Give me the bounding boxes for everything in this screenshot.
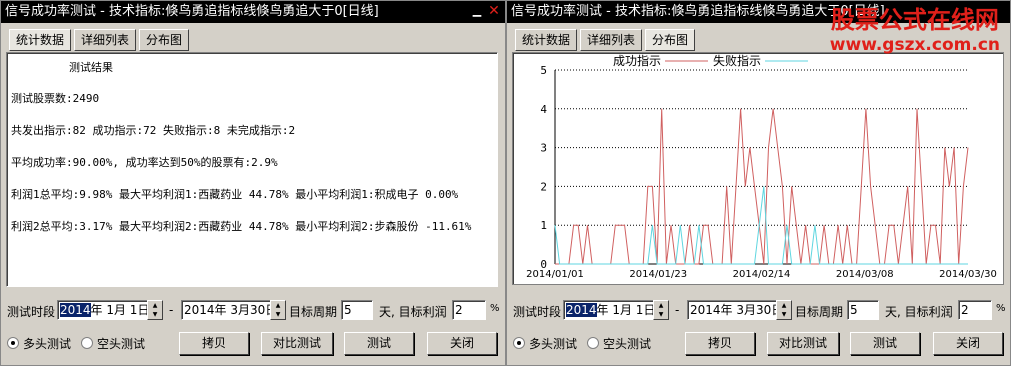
start-date-spinner[interactable]: ▲ ▼ [653, 300, 669, 320]
compare-test-button[interactable]: 对比测试 [767, 332, 839, 355]
radio-long-label[interactable]: 多头测试 [23, 335, 71, 352]
minimize-icon[interactable]: ▁ [470, 4, 484, 18]
report-line: 利润1总平均:9.98% 最大平均利润1:西藏药业 44.78% 最小平均利润1… [11, 188, 459, 201]
chart-panel: 0 1 2 3 4 5 2014/01/01 2014/01/23 2014/02/14 2014… [512, 52, 1004, 285]
legend-label: 失败指示 [713, 53, 761, 68]
date-dash: - [675, 303, 680, 317]
start-year: 2014 [566, 303, 597, 317]
distribution-chart: 0123452014/01/01 2014/01/23 2014/02/14 2014… [526, 53, 997, 280]
y-tick-label: 4 [540, 103, 547, 116]
action-row: 多头测试 空头测试 拷贝 对比测试 测试 关闭 [1, 332, 505, 356]
end-date-spinner[interactable]: ▲ ▼ [776, 300, 792, 320]
y-tick-label: 5 [540, 64, 547, 77]
y-tick-label: 2 [540, 180, 547, 193]
percent-label: % [490, 303, 500, 314]
period-label: 测试时段 [513, 305, 562, 319]
spin-up-icon[interactable]: ▲ [148, 301, 162, 310]
period-controls: 测试时段 2014年 1月 1日 ▲ ▼ - 2014年 3月30日 ▲ ▼ 目标周… [507, 299, 1010, 323]
spin-down-icon[interactable]: ▼ [148, 310, 162, 319]
target-period-input[interactable]: 5 [341, 300, 373, 320]
x-tick-label: 2014/01/01 [526, 269, 584, 280]
report-panel: 测试结果 测试股票数:2490 共发出指示:82 成功指示:72 失败指示:8 … [6, 52, 498, 287]
radio-long-test[interactable] [513, 337, 525, 349]
target-period-label: 目标周期 [795, 305, 844, 319]
radio-short-label[interactable]: 空头测试 [603, 335, 651, 352]
end-date-field[interactable]: 2014年 3月30日 [687, 300, 777, 320]
site-watermark: 股票公式在线网 www.gszx.com.cn [830, 5, 1000, 55]
spin-down-icon[interactable]: ▼ [777, 310, 791, 319]
percent-label: % [996, 303, 1006, 314]
radio-short-test[interactable] [587, 337, 599, 349]
end-date-field[interactable]: 2014年 3月30日 [181, 300, 271, 320]
close-button[interactable]: 关闭 [427, 332, 497, 355]
compare-test-button[interactable]: 对比测试 [261, 332, 333, 355]
title-bar: 信号成功率测试 - 技术指标:倏鸟勇追指标线倏鸟勇追大于0[日线] ▁ ✕ [1, 1, 505, 23]
tab-statistics[interactable]: 统计数据 [9, 29, 72, 51]
radio-short-label[interactable]: 空头测试 [97, 335, 145, 352]
title-buttons: ▁ ✕ [470, 4, 501, 18]
action-row: 多头测试 空头测试 拷贝 对比测试 测试 关闭 [507, 332, 1010, 356]
x-tick-label: 2014/03/08 [836, 269, 894, 280]
tab-distribution[interactable]: 分布图 [645, 29, 696, 51]
start-date-rest: 年 1月 1日 [596, 303, 655, 317]
report-line: 测试股票数:2490 [11, 92, 100, 105]
period-label: 测试时段 [7, 305, 56, 319]
target-profit-input[interactable]: 2 [958, 300, 992, 320]
tab-statistics[interactable]: 统计数据 [515, 29, 578, 51]
radio-long-label[interactable]: 多头测试 [529, 335, 577, 352]
copy-button[interactable]: 拷贝 [685, 332, 755, 355]
start-date-spinner[interactable]: ▲ ▼ [147, 300, 163, 320]
test-button[interactable]: 测试 [344, 332, 414, 355]
x-tick-label: 2014/03/30 [939, 269, 997, 280]
y-tick-label: 3 [540, 142, 547, 155]
watermark-url: www.gszx.com.cn [829, 35, 1000, 55]
y-tick-label: 1 [540, 219, 547, 232]
test-button[interactable]: 测试 [850, 332, 920, 355]
start-date-field[interactable]: 2014年 1月 1日 [57, 300, 149, 320]
target-profit-label: 天, 目标利润 [379, 305, 447, 319]
target-period-label: 目标周期 [289, 305, 338, 319]
target-profit-label: 天, 目标利润 [885, 305, 953, 319]
spin-down-icon[interactable]: ▼ [271, 310, 285, 319]
x-tick-label: 2014/01/23 [629, 269, 687, 280]
report-line: 共发出指示:82 成功指示:72 失败指示:8 未完成指示:2 [11, 124, 296, 137]
target-profit-input[interactable]: 2 [452, 300, 486, 320]
tab-detail-list[interactable]: 详细列表 [580, 29, 643, 51]
close-icon[interactable]: ✕ [487, 4, 501, 18]
window-statistics: 信号成功率测试 - 技术指标:倏鸟勇追指标线倏鸟勇追大于0[日线] ▁ ✕ 统计… [0, 0, 506, 366]
legend-label: 成功指示 [613, 53, 661, 68]
radio-short-test[interactable] [81, 337, 93, 349]
period-controls: 测试时段 2014年 1月 1日 ▲ ▼ - 2014年 3月30日 ▲ ▼ 目标周… [1, 299, 505, 323]
window-distribution: 信号成功率测试 - 技术指标:倏鸟勇追指标线倏鸟勇追大于0[日线] 统计数据 详… [506, 0, 1011, 366]
report-line: 利润2总平均:3.17% 最大平均利润2:西藏药业 44.78% 最小平均利润2… [11, 220, 472, 233]
window-title: 信号成功率测试 - 技术指标:倏鸟勇追指标线倏鸟勇追大于0[日线] [5, 4, 379, 19]
date-dash: - [169, 303, 174, 317]
spin-down-icon[interactable]: ▼ [654, 310, 668, 319]
tab-strip: 统计数据 详细列表 分布图 [9, 29, 190, 51]
start-year: 2014 [60, 303, 91, 317]
tab-strip: 统计数据 详细列表 分布图 [515, 29, 696, 51]
tab-distribution[interactable]: 分布图 [139, 29, 190, 51]
window-title: 信号成功率测试 - 技术指标:倏鸟勇追指标线倏鸟勇追大于0[日线] [511, 4, 885, 19]
x-tick-label: 2014/02/14 [733, 269, 791, 280]
spin-up-icon[interactable]: ▲ [777, 301, 791, 310]
start-date-field[interactable]: 2014年 1月 1日 [563, 300, 655, 320]
copy-button[interactable]: 拷贝 [179, 332, 249, 355]
close-button[interactable]: 关闭 [933, 332, 1003, 355]
spin-up-icon[interactable]: ▲ [271, 301, 285, 310]
start-date-rest: 年 1月 1日 [90, 303, 149, 317]
radio-long-test[interactable] [7, 337, 19, 349]
report-line: 平均成功率:90.00%, 成功率达到50%的股票有:2.9% [11, 156, 278, 169]
end-date-spinner[interactable]: ▲ ▼ [270, 300, 286, 320]
watermark-title: 股票公式在线网 [830, 6, 999, 34]
target-period-input[interactable]: 5 [847, 300, 879, 320]
report-heading: 测试结果 [69, 61, 113, 74]
spin-up-icon[interactable]: ▲ [654, 301, 668, 310]
tab-detail-list[interactable]: 详细列表 [74, 29, 137, 51]
